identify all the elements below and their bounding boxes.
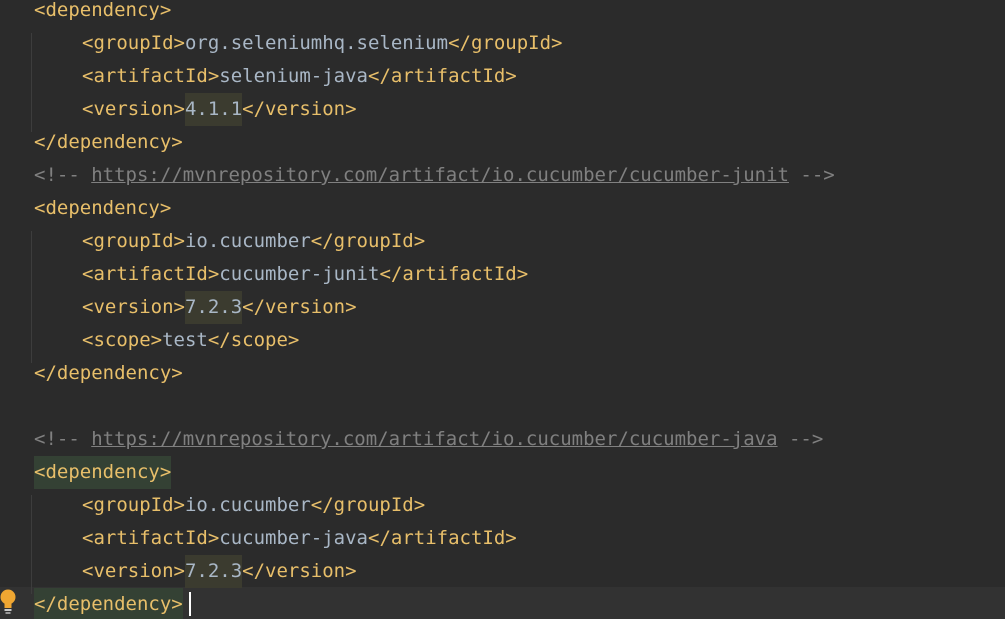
comment-open: <!--: [34, 428, 92, 450]
xml-tag: <groupId>: [82, 494, 185, 516]
xml-tag: </groupId>: [310, 230, 426, 252]
xml-tag: <version>: [82, 296, 185, 318]
xml-tag: <dependency>: [34, 0, 172, 21]
comment-link[interactable]: https://mvnrepository.com/artifact/io.cu…: [91, 428, 777, 450]
code-line: </dependency>: [0, 126, 1005, 159]
xml-tag: </version>: [242, 98, 357, 120]
xml-tag: <groupId>: [82, 230, 185, 252]
matched-tag-close: </dependency>: [34, 588, 183, 619]
version-value: 4.1.1: [184, 93, 243, 126]
comment-open: <!--: [34, 164, 92, 186]
code-line: <artifactId>cucumber-java</artifactId>: [0, 522, 1005, 555]
version-value: 7.2.3: [184, 291, 243, 324]
xml-tag: <artifactId>: [82, 65, 220, 87]
code-line: <version>7.2.3</version>: [0, 291, 1005, 324]
xml-value: io.cucumber: [184, 230, 311, 252]
xml-value: selenium-java: [219, 65, 368, 87]
xml-tag: </version>: [242, 296, 357, 318]
xml-value: cucumber-junit: [219, 263, 380, 285]
comment-link[interactable]: https://mvnrepository.com/artifact/io.cu…: [91, 164, 789, 186]
code-line: <scope>test</scope>: [0, 324, 1005, 357]
xml-tag: <groupId>: [82, 32, 185, 54]
xml-tag: <artifactId>: [82, 527, 220, 549]
code-line: <version>4.1.1</version>: [0, 93, 1005, 126]
matched-tag-open: <dependency>: [34, 456, 172, 489]
text-caret: [189, 592, 191, 616]
xml-tag: </artifactId>: [379, 263, 529, 285]
lightbulb-icon[interactable]: [0, 588, 18, 614]
xml-tag: </dependency>: [34, 362, 183, 384]
xml-tag: </scope>: [207, 329, 300, 351]
xml-tag: </groupId>: [310, 494, 426, 516]
code-line: <version>7.2.3</version>: [0, 555, 1005, 588]
xml-value: cucumber-java: [219, 527, 368, 549]
xml-tag: </artifactId>: [368, 527, 517, 549]
comment-close: -->: [777, 428, 824, 450]
version-value: 7.2.3: [184, 555, 243, 588]
comment-close: -->: [788, 164, 835, 186]
code-line: <dependency>: [0, 456, 1005, 489]
xml-tag: <artifactId>: [82, 263, 220, 285]
code-line: <artifactId>cucumber-junit</artifactId>: [0, 258, 1005, 291]
code-line: <dependency>: [0, 192, 1005, 225]
code-line: <artifactId>selenium-java</artifactId>: [0, 60, 1005, 93]
code-line: <dependency>: [0, 0, 1005, 27]
code-editor[interactable]: <dependency> <groupId>org.seleniumhq.sel…: [0, 0, 1005, 619]
xml-tag: </artifactId>: [368, 65, 517, 87]
xml-tag: <dependency>: [34, 197, 172, 219]
code-line: <!-- https://mvnrepository.com/artifact/…: [0, 423, 1005, 456]
code-line: <groupId>org.seleniumhq.selenium</groupI…: [0, 27, 1005, 60]
code-line: <!-- https://mvnrepository.com/artifact/…: [0, 159, 1005, 192]
xml-tag: <version>: [82, 560, 185, 582]
xml-tag: </groupId>: [448, 32, 563, 54]
xml-tag: <version>: [82, 98, 185, 120]
xml-tag: <scope>: [82, 329, 163, 351]
code-line: <groupId>io.cucumber</groupId>: [0, 489, 1005, 522]
xml-value: test: [162, 329, 208, 351]
code-line: <groupId>io.cucumber</groupId>: [0, 225, 1005, 258]
xml-tag: </version>: [242, 560, 357, 582]
xml-value: org.seleniumhq.selenium: [184, 32, 449, 54]
xml-tag: </dependency>: [34, 131, 183, 153]
code-line: </dependency>: [0, 357, 1005, 390]
code-line-current: </dependency>: [0, 588, 1005, 619]
xml-value: io.cucumber: [184, 494, 311, 516]
